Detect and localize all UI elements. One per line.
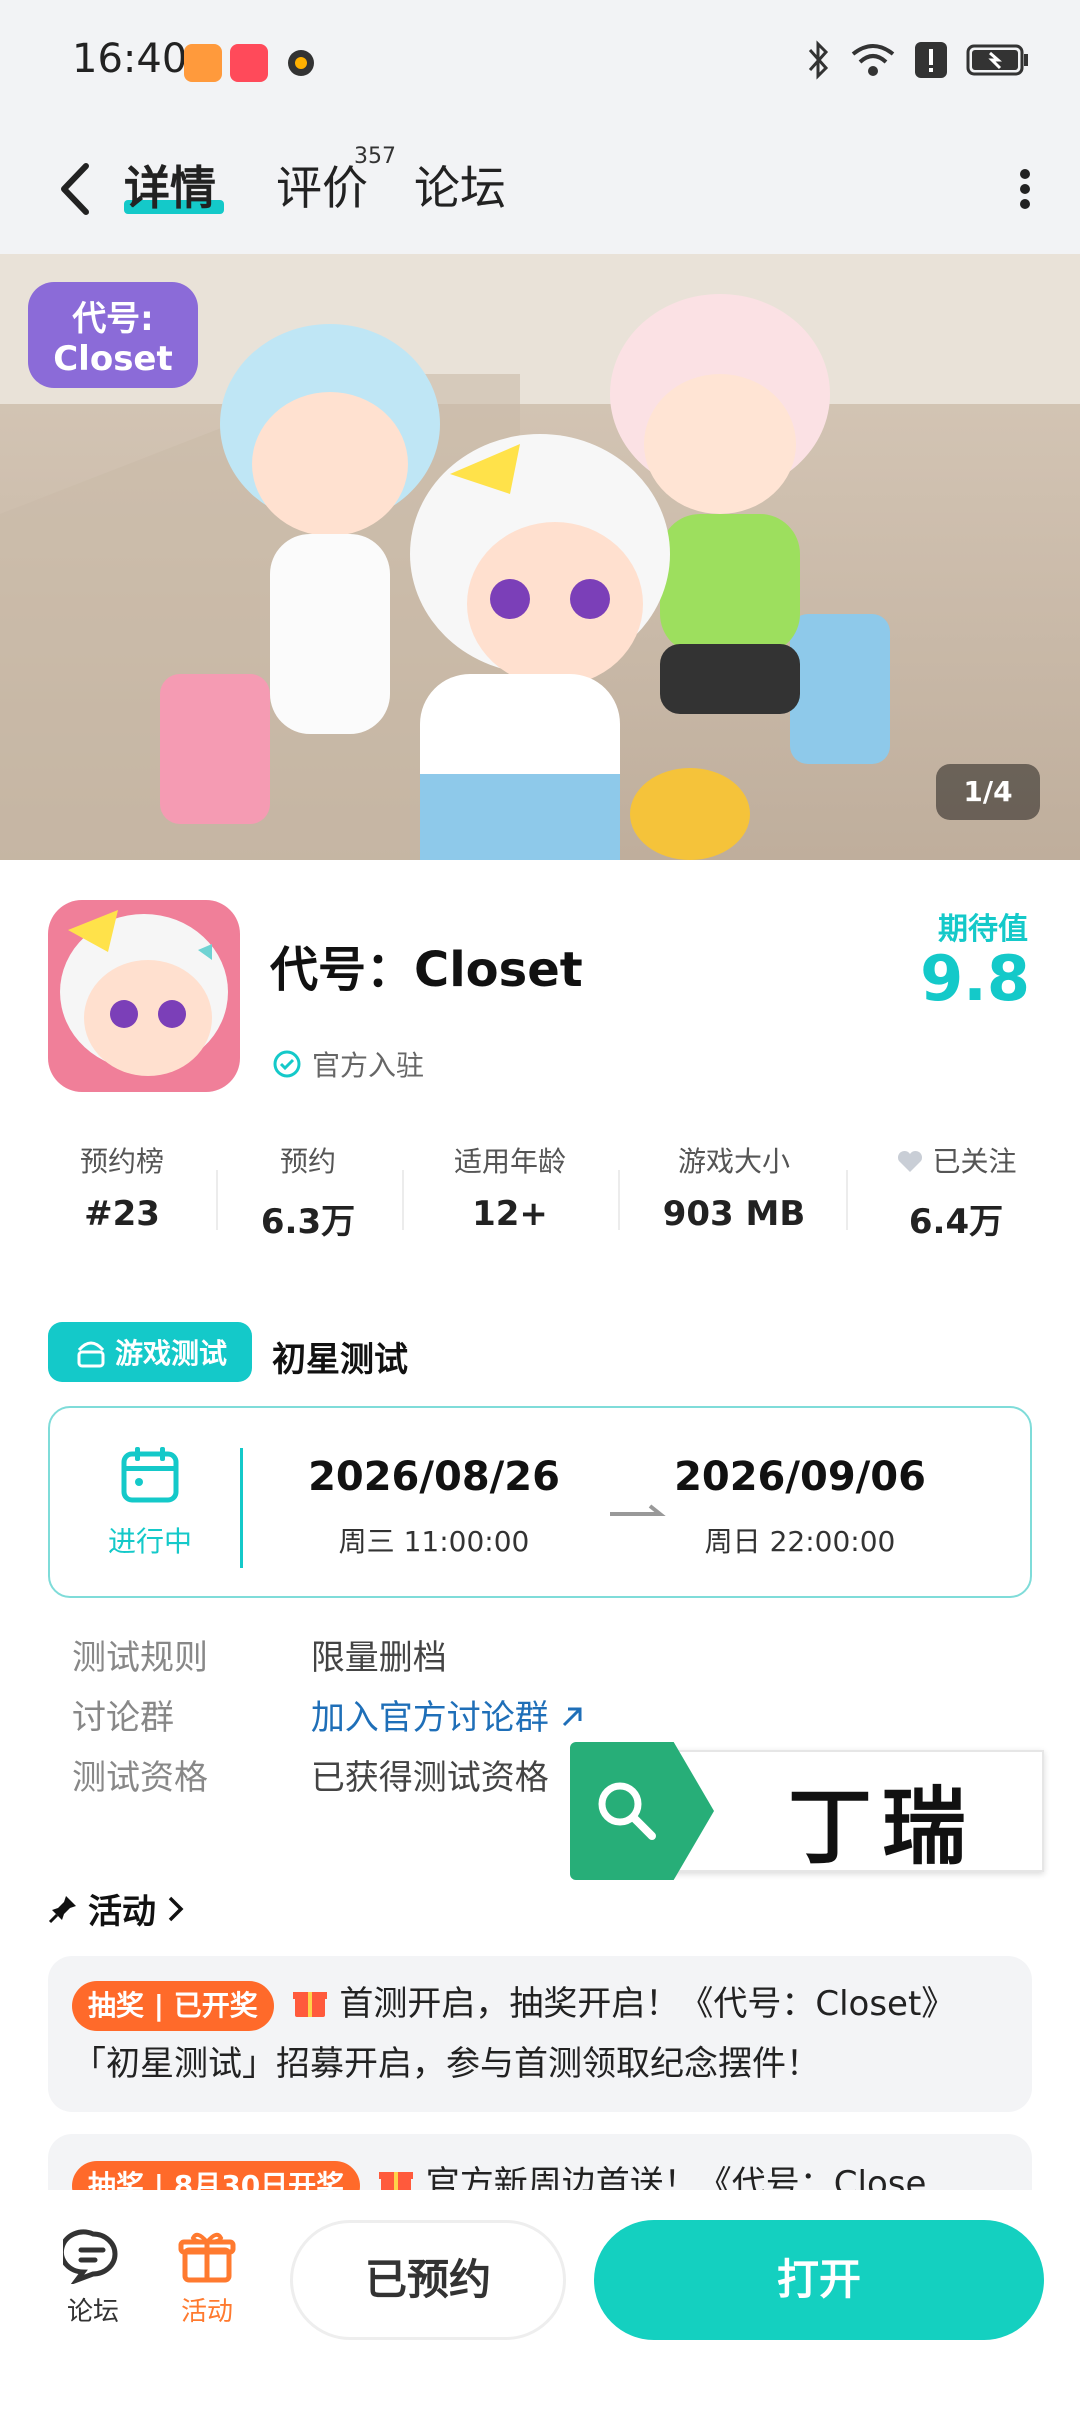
end-time: 周日 22:00:00 <box>704 1525 896 1558</box>
game-test-label: 游戏测试 <box>114 1337 227 1370</box>
activity-line: 抽奖 | 已开奖 首测开启，抽奖开启！《代号：Closet》 <box>72 1974 1008 2034</box>
activity-card[interactable]: 抽奖 | 已开奖 首测开启，抽奖开启！《代号：Closet》 「初星测试」招募开… <box>48 1956 1032 2112</box>
battery-icon <box>966 44 1028 76</box>
eye-notification-icon <box>282 44 320 82</box>
open-button[interactable]: 打开 <box>594 2220 1044 2340</box>
discussion-group-row: 讨论群 加入官方讨论群 <box>72 1690 584 1739</box>
rule-value: 已获得测试资格 <box>310 1758 549 1798</box>
reviews-count: 357 <box>354 144 396 169</box>
test-icon <box>77 1341 105 1368</box>
stat-value: 903 MB <box>662 1194 806 1234</box>
test-name: 初星测试 <box>272 1340 408 1380</box>
stat-value: 6.3万 <box>260 1202 356 1242</box>
activities-header[interactable]: 活动 <box>48 1884 186 1933</box>
back-arrow-icon[interactable] <box>48 154 108 224</box>
heart-icon <box>897 1150 922 1172</box>
rule-value: 限量删档 <box>310 1638 447 1678</box>
tab-forum[interactable]: 论坛 <box>414 152 506 218</box>
rule-label: 测试资格 <box>72 1758 208 1798</box>
stat-value: 6.4万 <box>908 1202 1004 1242</box>
hero-screenshot[interactable]: 代号: Closet 1/4 <box>0 254 1080 860</box>
status-bar: 16:40 <box>0 0 1080 124</box>
alert-icon <box>915 42 947 78</box>
activity-tag: 抽奖 | 已开奖 <box>72 1980 274 2031</box>
test-status: 进行中 <box>100 1444 200 1560</box>
pin-icon <box>48 1895 76 1923</box>
stat-rank[interactable]: 预约榜 #23 <box>32 1140 212 1234</box>
status-time: 16:40 <box>72 36 188 82</box>
arrow-right-icon <box>610 1504 666 1516</box>
activity-subtitle: 「初星测试」招募开启，参与首测领取纪念摆件！ <box>72 2044 820 2084</box>
video-notification-icon <box>230 44 268 82</box>
official-label: 官方入驻 <box>312 1049 425 1082</box>
start-date: 2026/08/26 <box>308 1454 560 1500</box>
reserved-button[interactable]: 已预约 <box>290 2220 566 2340</box>
stat-value: 12+ <box>472 1194 548 1234</box>
svg-text:Closet: Closet <box>53 339 173 379</box>
activity-button[interactable]: 活动 <box>162 2228 252 2328</box>
floating-search-widget[interactable]: 丁瑞 <box>570 1742 1048 1880</box>
image-page-indicator: 1/4 <box>936 764 1040 820</box>
activities-title: 活动 <box>88 1892 156 1932</box>
bluetooth-icon <box>808 40 829 80</box>
divider <box>846 1170 848 1230</box>
forum-label: 论坛 <box>66 2297 119 2327</box>
stat-followers[interactable]: 已关注 6.4万 <box>866 1140 1046 1243</box>
top-navigation: 详情 评价 357 论坛 <box>0 124 1080 254</box>
stat-age-rating[interactable]: 适用年龄 12+ <box>420 1140 600 1234</box>
chevron-right-icon <box>168 1896 184 1921</box>
activity-label: 活动 <box>180 2297 233 2327</box>
app-notification-icon <box>184 44 222 82</box>
official-badge: 官方入驻 <box>272 1044 424 1084</box>
gift-outline-icon <box>178 2232 236 2283</box>
start-time: 周三 11:00:00 <box>338 1525 530 1558</box>
divider <box>240 1448 243 1568</box>
divider <box>402 1170 404 1230</box>
activity-title: 首测开启，抽奖开启！《代号：Closet》 <box>339 1984 956 2024</box>
app-icon <box>48 900 240 1092</box>
wifi-icon <box>851 44 895 76</box>
svg-text:代号:: 代号: <box>71 299 154 339</box>
hero-illustration: 代号: Closet <box>0 254 1080 860</box>
more-options-icon[interactable] <box>1010 154 1040 224</box>
app-title: 代号：Closet <box>270 942 583 998</box>
stat-label: 适用年龄 <box>453 1145 566 1178</box>
test-eligibility-row: 测试资格 已获得测试资格 <box>72 1750 549 1799</box>
verified-check-icon <box>273 1050 301 1078</box>
test-schedule-card: 进行中 2026/08/26 周三 11:00:00 2026/09/06 周日… <box>48 1406 1032 1598</box>
stat-label: 预约榜 <box>79 1145 164 1178</box>
test-rule-row: 测试规则 限量删档 <box>72 1630 447 1679</box>
calendar-icon <box>121 1447 179 1503</box>
divider <box>618 1170 620 1230</box>
forum-button[interactable]: 论坛 <box>48 2228 138 2328</box>
bottom-action-bar: 论坛 活动 已预约 打开 <box>0 2190 1080 2412</box>
game-test-badge: 游戏测试 <box>48 1322 252 1382</box>
stats-row: 预约榜 #23 预约 6.3万 适用年龄 12+ 游戏大小 903 MB 已关注… <box>0 1140 1080 1250</box>
end-date: 2026/09/06 <box>674 1454 926 1500</box>
search-query-text: 丁瑞 <box>788 1778 977 1876</box>
stat-label: 游戏大小 <box>677 1145 790 1178</box>
search-icon <box>598 1782 656 1840</box>
stat-label: 预约 <box>279 1145 336 1178</box>
followed-label: 已关注 <box>932 1145 1017 1178</box>
stat-label: 已关注 <box>866 1140 1046 1180</box>
test-status-label: 进行中 <box>107 1525 192 1558</box>
external-link-icon <box>562 1707 582 1727</box>
join-group-link-label: 加入官方讨论群 <box>310 1698 549 1738</box>
stat-value: #23 <box>84 1194 160 1234</box>
rule-label: 讨论群 <box>72 1698 174 1738</box>
join-group-link[interactable]: 加入官方讨论群 <box>311 1698 584 1738</box>
stat-game-size: 游戏大小 903 MB <box>644 1140 824 1234</box>
forum-icon <box>58 2229 118 2286</box>
stat-reservations: 预约 6.3万 <box>218 1140 398 1243</box>
rule-label: 测试规则 <box>72 1638 208 1678</box>
expectation-score: 9.8 <box>920 942 1030 1015</box>
tab-details[interactable]: 详情 <box>124 152 216 218</box>
gift-icon <box>292 1992 327 2017</box>
